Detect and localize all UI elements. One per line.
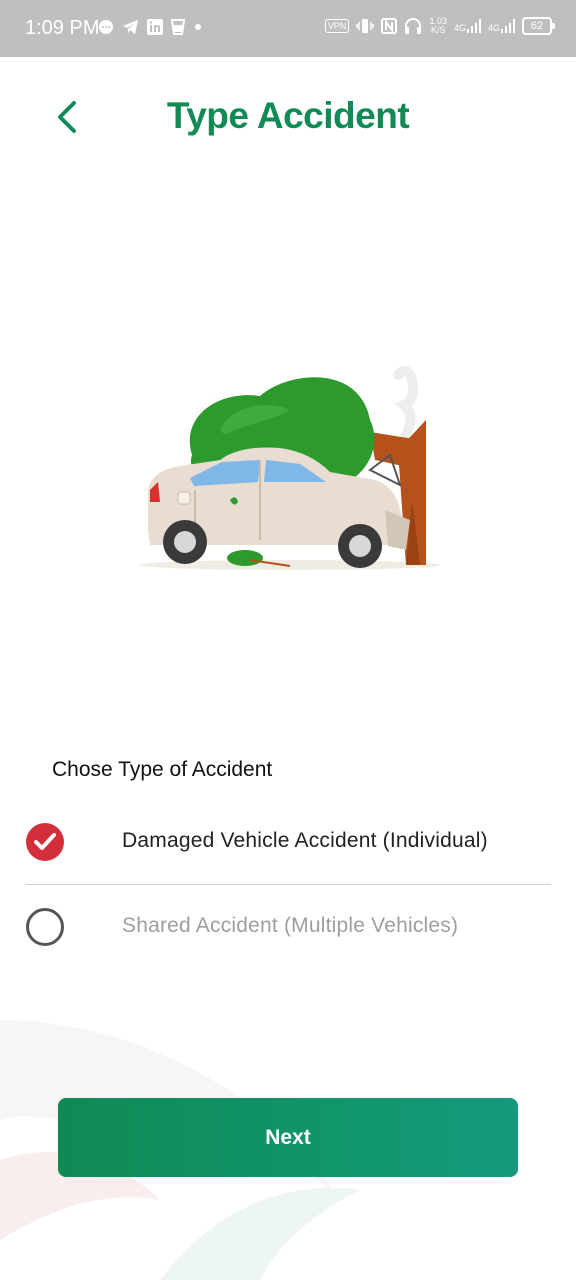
car-crash-illustration [140,366,440,570]
next-button[interactable]: Next [58,1098,518,1177]
speed-indicator: 1.03 K/S [429,17,447,35]
system-icons: VPN 1.03 K/S 4G 4G 62 [324,17,555,35]
page-title: Type Accident [166,95,410,136]
option-divider [26,884,551,885]
headset-icon [405,18,422,34]
battery-icon: 62 [522,17,555,35]
vibrate-icon [356,19,375,33]
nfc-icon [381,18,398,34]
chat-icon [99,20,113,34]
radio-checked-icon[interactable] [26,823,64,861]
signal-icon: 4G [454,19,481,33]
speed-unit: K/S [430,25,446,35]
app-header: Type Accident [0,57,576,177]
dot-icon [195,24,201,30]
telegram-icon [123,20,138,34]
option-label: Damaged Vehicle Accident (Individual) [122,829,488,852]
option-shared-accident-multiple[interactable]: Shared Accident (Multiple Vehicles) [0,897,576,957]
signal-icon: 4G [488,19,515,33]
vpn-icon: VPN [324,19,350,33]
accident-type-question: Chose Type of Accident [52,758,273,781]
cup-icon [171,19,185,35]
option-damaged-vehicle-individual[interactable]: Damaged Vehicle Accident (Individual) [0,812,576,872]
network-type-label: 4G [487,23,500,33]
status-bar: 1:09 PM VPN 1.03 K/S 4G 4G 62 [0,0,576,57]
option-label: Shared Accident (Multiple Vehicles) [122,914,459,937]
notification-icons [98,19,203,35]
network-type-label: 4G [453,23,466,33]
status-time: 1:09 PM [25,17,100,39]
radio-unchecked-icon[interactable] [26,908,64,946]
linkedin-icon [147,19,163,35]
